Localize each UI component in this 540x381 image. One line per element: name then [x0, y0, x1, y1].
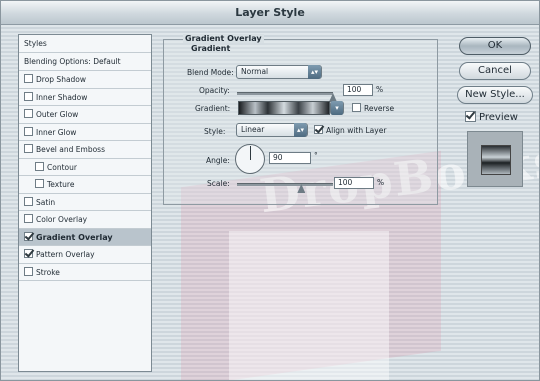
style-item-label: Inner Glow — [36, 127, 77, 137]
watermark-book-icon — [229, 231, 389, 380]
reverse-checkbox[interactable] — [352, 103, 361, 112]
cancel-button[interactable]: Cancel — [459, 62, 531, 80]
style-item-checkbox[interactable] — [24, 144, 33, 153]
reverse-checkbox-row[interactable]: Reverse — [352, 103, 394, 113]
style-item-checkbox[interactable] — [24, 214, 33, 223]
style-item-checkbox[interactable] — [35, 179, 44, 188]
style-item-label: Inner Shadow — [36, 92, 88, 102]
style-item-checkbox[interactable] — [24, 91, 33, 101]
style-item-checkbox[interactable] — [24, 196, 33, 206]
style-item-checkbox[interactable] — [24, 231, 33, 241]
style-item-label: Drop Shadow — [36, 75, 87, 84]
style-item-drop-shadow[interactable]: Drop Shadow — [19, 71, 151, 89]
style-item-label: Contour — [47, 162, 77, 172]
style-item-bevel-and-emboss[interactable]: Bevel and Emboss — [19, 141, 151, 159]
chevron-down-icon: ▾ — [331, 101, 343, 115]
style-item-label: Blending Options: Default — [24, 57, 121, 66]
styles-list: Styles Blending Options: Default Drop Shad… — [18, 34, 152, 372]
style-item-checkbox[interactable] — [24, 249, 33, 258]
style-item-satin[interactable]: Satin — [19, 194, 151, 211]
opacity-label: Opacity: — [199, 86, 230, 95]
style-item-blending-options-default[interactable]: Blending Options: Default — [19, 53, 151, 71]
style-item-label: Outer Glow — [36, 110, 79, 119]
style-value: Linear — [241, 125, 265, 134]
opacity-unit: % — [376, 85, 384, 94]
style-item-label: Gradient Overlay — [36, 232, 113, 242]
preview-checkbox[interactable] — [465, 111, 476, 122]
preview-gradient-sample — [481, 145, 511, 175]
scale-input[interactable]: 100 — [334, 177, 374, 189]
style-select[interactable]: Linear ▴▾ — [236, 123, 308, 137]
preview-checkbox-row[interactable]: Preview — [465, 111, 518, 123]
style-item-styles[interactable]: Styles — [19, 35, 151, 53]
style-item-label: Styles — [24, 39, 47, 48]
style-item-checkbox[interactable] — [35, 161, 44, 171]
angle-unit: ° — [314, 151, 318, 160]
angle-dial[interactable] — [235, 144, 265, 174]
scale-slider-track[interactable] — [237, 183, 333, 186]
style-item-label: Pattern Overlay — [36, 250, 95, 259]
style-item-label: Texture — [47, 180, 75, 189]
scale-unit: % — [377, 178, 385, 187]
gradient-picker-button[interactable]: ▾ — [330, 101, 344, 115]
gradient-overlay-group — [163, 39, 438, 205]
style-item-texture[interactable]: Texture — [19, 176, 151, 194]
style-item-label: Color Overlay — [36, 215, 88, 224]
style-item-pattern-overlay[interactable]: Pattern Overlay — [19, 246, 151, 264]
reverse-label: Reverse — [364, 104, 395, 113]
opacity-input[interactable]: 100 — [343, 84, 373, 96]
blend-mode-value: Normal — [241, 67, 269, 76]
style-item-inner-glow[interactable]: Inner Glow — [19, 124, 151, 141]
scale-label: Scale: — [207, 179, 230, 188]
blend-mode-select[interactable]: Normal ▴▾ — [236, 65, 322, 79]
opacity-slider-track[interactable] — [237, 92, 333, 95]
gradient-swatch[interactable] — [238, 101, 330, 115]
align-with-layer-checkbox[interactable] — [314, 125, 323, 134]
style-item-label: Bevel and Emboss — [36, 145, 105, 154]
style-item-checkbox[interactable] — [24, 74, 33, 83]
angle-label: Angle: — [206, 156, 230, 165]
style-item-gradient-overlay[interactable]: Gradient Overlay — [19, 228, 151, 246]
style-item-inner-shadow[interactable]: Inner Shadow — [19, 89, 151, 106]
new-style-button[interactable]: New Style... — [457, 86, 533, 104]
style-item-label: Stroke — [36, 267, 60, 277]
style-item-checkbox[interactable] — [24, 266, 33, 276]
chevron-updown-icon: ▴▾ — [308, 65, 321, 79]
align-with-layer-label: Align with Layer — [326, 126, 387, 135]
style-item-checkbox[interactable] — [24, 126, 33, 136]
style-item-color-overlay[interactable]: Color Overlay — [19, 211, 151, 229]
style-preview-thumbnail — [467, 131, 523, 187]
preview-label: Preview — [479, 112, 518, 123]
gradient-label: Gradient: — [195, 104, 231, 113]
chevron-updown-icon: ▴▾ — [294, 123, 307, 137]
layer-style-dialog: Layer Style DropBooks Styles Blending Opt… — [0, 0, 540, 381]
align-checkbox-row[interactable]: Align with Layer — [314, 125, 386, 135]
style-item-contour[interactable]: Contour — [19, 159, 151, 176]
angle-input[interactable]: 90 — [269, 152, 311, 164]
style-item-checkbox[interactable] — [24, 109, 33, 118]
style-item-stroke[interactable]: Stroke — [19, 264, 151, 281]
style-label: Style: — [204, 127, 226, 136]
group-subtitle: Gradient — [191, 44, 231, 53]
style-item-outer-glow[interactable]: Outer Glow — [19, 106, 151, 124]
blend-mode-label: Blend Mode: — [187, 68, 234, 77]
window-title: Layer Style — [1, 1, 539, 25]
ok-button[interactable]: OK — [459, 37, 531, 55]
style-item-label: Satin — [36, 197, 56, 207]
group-title: Gradient Overlay — [183, 34, 264, 43]
